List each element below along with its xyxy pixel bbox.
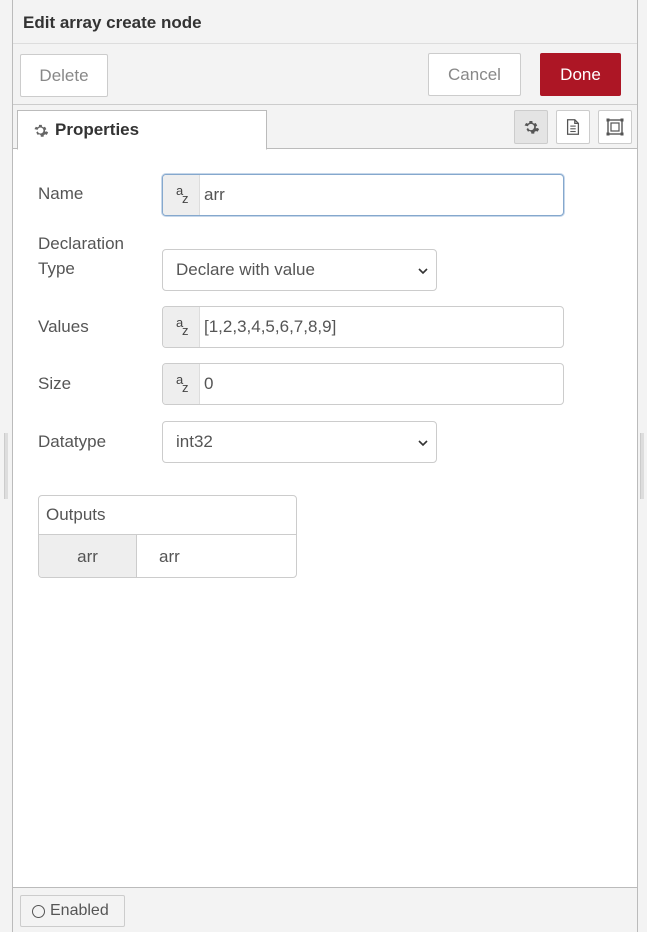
tray-title: Edit array create node (23, 13, 202, 32)
size-label: Size (38, 374, 72, 393)
size-value[interactable]: 0 (200, 364, 213, 404)
output-value[interactable]: arr (137, 535, 180, 577)
datatype-value: int32 (176, 432, 213, 451)
name-label: Name (38, 184, 84, 203)
values-input[interactable]: az [1,2,3,4,5,6,7,8,9] (162, 306, 564, 348)
gear-icon (34, 124, 49, 137)
gear-icon (524, 121, 540, 134)
edit-tray: Edit array create node Delete Cancel Don… (12, 0, 638, 932)
chevron-down-icon (418, 440, 428, 447)
outputs-table: Outputs arr arr (38, 495, 297, 578)
tray-toolbar: Delete Cancel Done (13, 44, 637, 105)
delete-button[interactable]: Delete (20, 54, 108, 97)
datatype-label: Datatype (38, 432, 107, 451)
right-resize-handle[interactable] (640, 433, 644, 499)
tab-bar: Properties (13, 105, 637, 150)
table-row: arr arr (39, 535, 296, 577)
tab-properties[interactable]: Properties (17, 110, 267, 150)
node-appearance-tab-button[interactable] (598, 110, 632, 144)
declaration-type-label: Declaration Type (38, 231, 124, 281)
circle-icon (32, 904, 45, 918)
declaration-type-label-line2: Type (38, 259, 75, 278)
node-description-tab-button[interactable] (556, 110, 590, 144)
declaration-type-label-line1: Declaration (38, 234, 124, 253)
enabled-label: Enabled (50, 902, 109, 919)
string-type-icon[interactable]: az (163, 175, 200, 215)
string-type-icon[interactable]: az (163, 364, 200, 404)
string-type-icon[interactable]: az (163, 307, 200, 347)
output-key: arr (39, 535, 137, 577)
node-properties-tab-button[interactable] (514, 110, 548, 144)
datatype-select[interactable]: int32 (162, 421, 437, 463)
chevron-down-icon (418, 268, 428, 275)
done-button[interactable]: Done (540, 53, 621, 96)
canvas-edge (0, 0, 12, 932)
left-resize-handle[interactable] (4, 433, 8, 499)
values-value[interactable]: [1,2,3,4,5,6,7,8,9] (200, 307, 336, 347)
tray-header: Edit array create node (13, 0, 637, 44)
enabled-toggle[interactable]: Enabled (20, 895, 125, 927)
tab-properties-label: Properties (55, 120, 140, 139)
name-value[interactable]: arr (200, 175, 225, 215)
outputs-header: Outputs (39, 496, 296, 535)
values-label: Values (38, 317, 89, 336)
declaration-type-value: Declare with value (176, 260, 315, 279)
cancel-button[interactable]: Cancel (428, 53, 521, 96)
size-input[interactable]: az 0 (162, 363, 564, 405)
name-input[interactable]: az arr (162, 174, 564, 216)
description-icon (566, 119, 580, 135)
declaration-type-select[interactable]: Declare with value (162, 249, 437, 291)
appearance-icon (606, 118, 624, 136)
tray-footer: Enabled (13, 887, 637, 932)
